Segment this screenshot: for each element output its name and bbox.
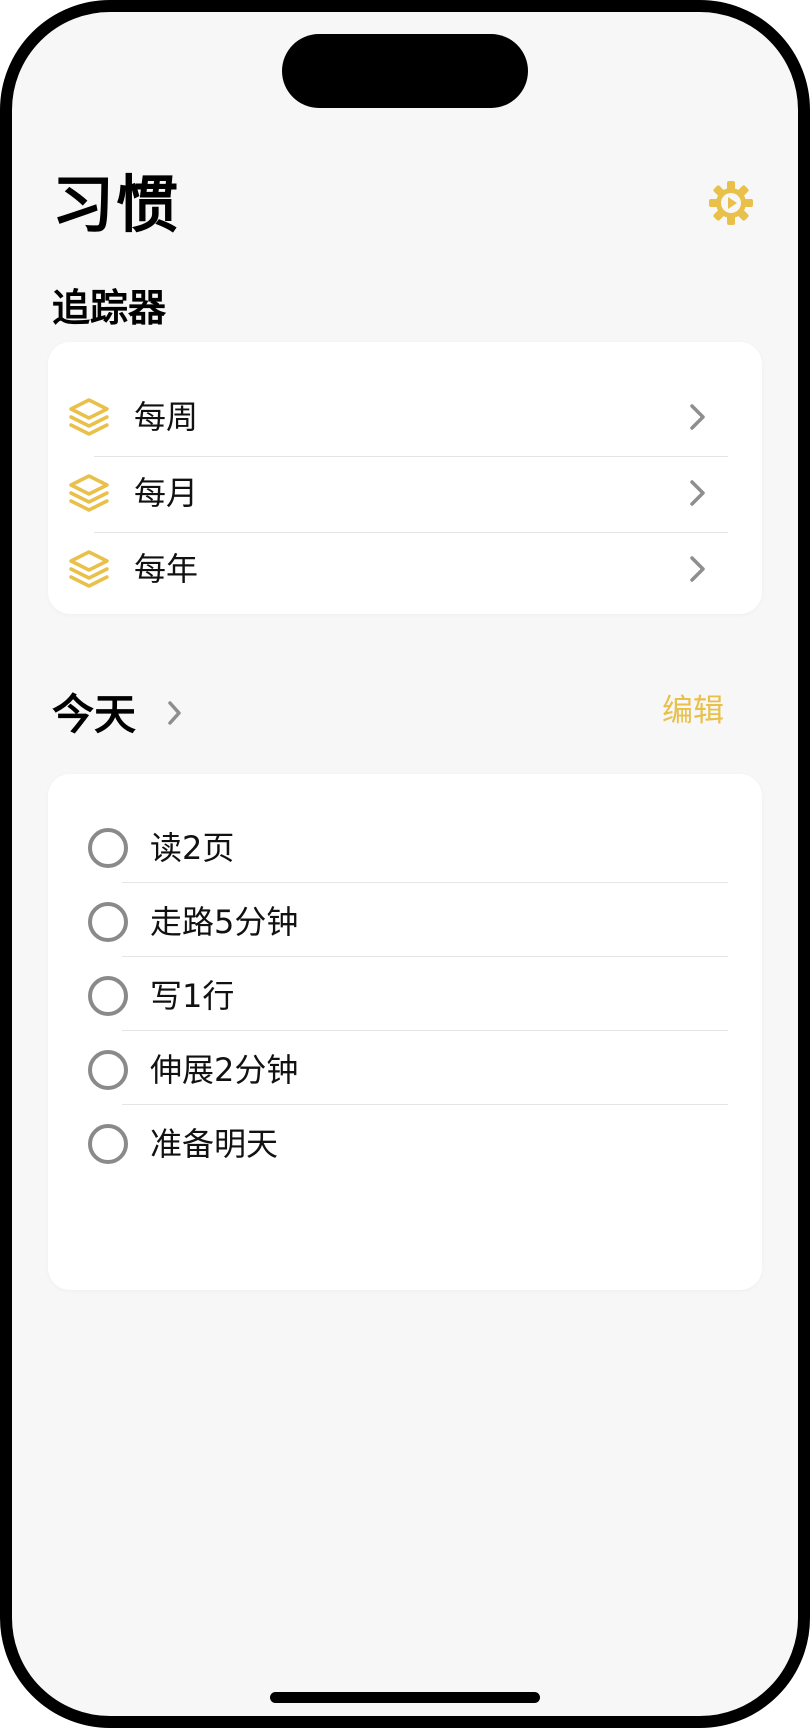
home-indicator (270, 1692, 540, 1703)
checkbox-circle-icon[interactable] (88, 1050, 128, 1090)
stack-icon (69, 474, 109, 512)
tracker-item-monthly[interactable]: 每月 (48, 456, 762, 532)
task-item[interactable]: 读2页 (48, 814, 762, 888)
tracker-item-label: 每年 (134, 550, 199, 588)
divider (122, 882, 728, 883)
task-label: 准备明天 (150, 1125, 279, 1163)
divider (122, 1030, 728, 1031)
task-item[interactable]: 走路5分钟 (48, 888, 762, 962)
checkbox-circle-icon[interactable] (88, 902, 128, 942)
today-tasks-card: 读2页 走路5分钟 写1行 伸展2分钟 准备明天 (48, 774, 762, 1290)
task-label: 走路5分钟 (150, 903, 299, 941)
trackers-section-title: 追踪器 (52, 286, 167, 330)
tracker-item-weekly[interactable]: 每周 (48, 380, 762, 456)
page-title: 习惯 (52, 168, 181, 241)
chevron-right-icon (690, 404, 705, 430)
trackers-card: 每周 每月 每年 (48, 342, 762, 614)
device-frame: 习惯 追踪器 每周 每月 每年 今天 编辑 读2页 走路5分钟 写1行 伸展2分… (0, 0, 810, 1728)
stack-icon (69, 550, 109, 588)
task-item[interactable]: 写1行 (48, 962, 762, 1036)
tracker-item-label: 每周 (134, 398, 199, 436)
dynamic-island (282, 34, 528, 108)
tracker-item-yearly[interactable]: 每年 (48, 532, 762, 608)
edit-button[interactable]: 编辑 (662, 696, 724, 727)
task-label: 写1行 (150, 977, 235, 1015)
tracker-item-label: 每月 (134, 474, 199, 512)
divider (122, 1104, 728, 1105)
checkbox-circle-icon[interactable] (88, 828, 128, 868)
task-item[interactable]: 伸展2分钟 (48, 1036, 762, 1110)
today-chevron-right-icon[interactable] (167, 700, 183, 726)
stack-icon (69, 398, 109, 436)
task-label: 读2页 (150, 829, 235, 867)
checkbox-circle-icon[interactable] (88, 1124, 128, 1164)
chevron-right-icon (690, 556, 705, 582)
gear-icon (709, 181, 753, 225)
task-label: 伸展2分钟 (150, 1051, 299, 1089)
task-item[interactable]: 准备明天 (48, 1110, 762, 1184)
divider (122, 956, 728, 957)
today-section-title: 今天 (52, 690, 137, 739)
chevron-right-icon (690, 480, 705, 506)
checkbox-circle-icon[interactable] (88, 976, 128, 1016)
settings-button[interactable] (706, 178, 756, 228)
